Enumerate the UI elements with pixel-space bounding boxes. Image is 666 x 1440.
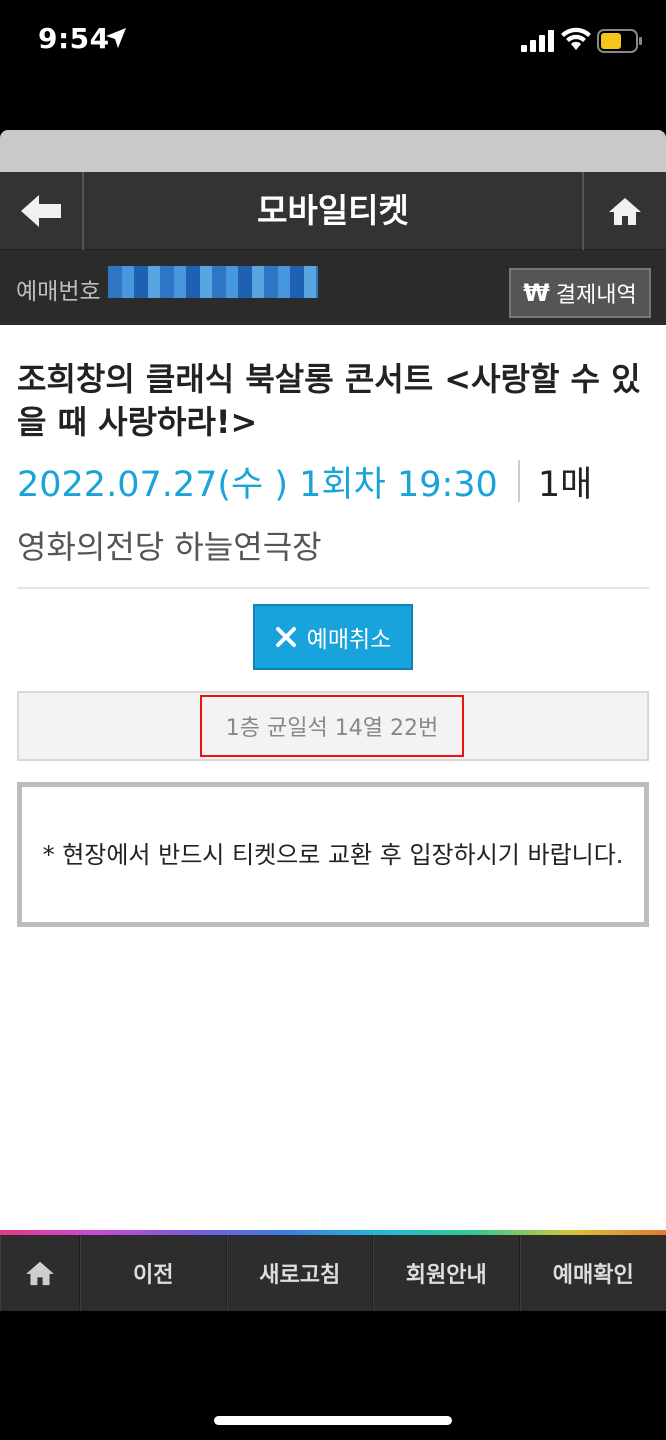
show-date: 2022.07.27(수 ) 1회차 19:30	[17, 464, 498, 505]
booking-number-label: 예매번호	[16, 279, 101, 305]
status-time: 9:54	[38, 22, 110, 55]
arrow-left-icon	[21, 195, 61, 227]
home-icon	[26, 1261, 54, 1286]
cancel-booking-button[interactable]: 예매취소	[253, 604, 413, 670]
cellular-signal-icon	[521, 30, 554, 52]
home-indicator[interactable]	[214, 1416, 452, 1425]
show-title: 조희창의 클래식 북살롱 콘서트 <사랑할 수 있을 때 사랑하라!>	[17, 360, 641, 441]
browser-top-strip	[0, 130, 666, 172]
booking-number-redacted	[108, 266, 318, 298]
seat-info: 1층 균일석 14열 22번	[200, 695, 464, 757]
status-bar: 9:54	[0, 0, 666, 84]
payment-history-button[interactable]: ₩ 결제내역	[509, 268, 651, 318]
page-title: 모바일티켓	[257, 191, 409, 230]
won-icon: ₩	[523, 279, 550, 307]
bottom-nav: 이전 새로고침 회원안내 예매확인	[0, 1235, 666, 1311]
location-arrow-icon	[106, 28, 126, 48]
payment-history-label: 결제내역	[555, 283, 637, 308]
ticket-count: 1매	[537, 464, 593, 505]
ticket-content: 조희창의 클래식 북살롱 콘서트 <사랑할 수 있을 때 사랑하라!> 2022…	[0, 325, 666, 1230]
home-icon	[609, 198, 641, 225]
close-icon	[275, 627, 296, 647]
divider-line	[17, 587, 649, 589]
seat-info-box: 1층 균일석 14열 22번	[17, 691, 649, 761]
back-button[interactable]	[0, 172, 84, 250]
venue: 영화의전당 하늘연극장	[17, 528, 322, 566]
booking-bar: 예매번호 ₩ 결제내역	[0, 250, 666, 325]
nav-refresh-button[interactable]: 새로고침	[226, 1235, 373, 1311]
nav-home-button[interactable]	[0, 1235, 80, 1311]
home-button[interactable]	[582, 172, 666, 250]
title-bar: 모바일티켓	[0, 172, 666, 250]
wifi-icon	[561, 27, 591, 50]
divider	[517, 460, 520, 502]
cancel-booking-label: 예매취소	[306, 627, 392, 653]
show-date-line: 2022.07.27(수 ) 1회차 19:30 1매	[17, 458, 593, 505]
notice-box: * 현장에서 반드시 티켓으로 교환 후 입장하시기 바랍니다.	[17, 782, 649, 927]
nav-booking-check-button[interactable]: 예매확인	[519, 1235, 666, 1311]
nav-member-info-button[interactable]: 회원안내	[373, 1235, 520, 1311]
battery-icon	[597, 29, 642, 53]
nav-back-button[interactable]: 이전	[80, 1235, 227, 1311]
notice-text: * 현장에서 반드시 티켓으로 교환 후 입장하시기 바랍니다.	[42, 840, 624, 869]
